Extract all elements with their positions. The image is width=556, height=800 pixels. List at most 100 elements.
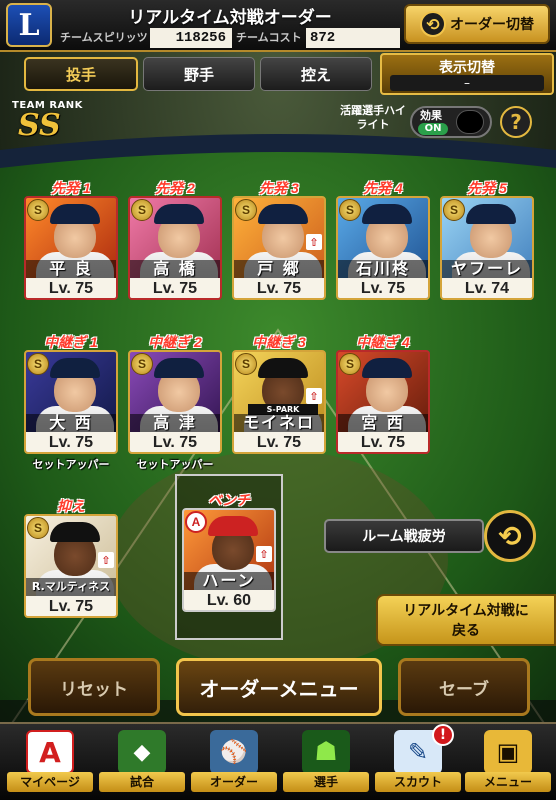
player-level: Lv. 75: [234, 278, 324, 298]
reliever-slot-3[interactable]: 中継ぎ 3 S ⇧ S-PARK モイネロ Lv. 75: [232, 332, 326, 472]
player-cap: [208, 516, 258, 536]
player-card[interactable]: S ⇧ 戸 郷 Lv. 75: [232, 196, 326, 300]
header-bar: L リアルタイム対戦オーダー チームスピリッツ 118256 チームコスト 87…: [0, 0, 556, 52]
tab-fielder[interactable]: 野手: [143, 57, 255, 91]
order-menu-button[interactable]: オーダーメニュー: [176, 658, 382, 716]
display-switch-button[interactable]: 表示切替 –: [380, 53, 554, 95]
team-spirit-label: チームスピリッツ: [60, 31, 148, 44]
player-level: Lv. 75: [26, 278, 116, 298]
notification-badge: !: [432, 724, 454, 746]
rank-badge-icon: S: [131, 353, 153, 375]
player-level: Lv. 75: [338, 432, 428, 452]
starter-slot-3[interactable]: 先発 3 S ⇧ 戸 郷 Lv. 75: [232, 178, 326, 302]
slot-label: 抑え: [57, 498, 85, 514]
player-name: 高 橋: [130, 260, 220, 278]
player-name: ヤフーレ: [442, 260, 532, 278]
room-fatigue-button[interactable]: ルーム戦疲労: [324, 519, 484, 553]
player-cap: [258, 204, 308, 224]
slot-label: 中継ぎ 1: [44, 334, 98, 350]
help-icon: ?: [510, 110, 522, 134]
player-card[interactable]: S ⇧ S-PARK モイネロ Lv. 75: [232, 350, 326, 454]
player-level: Lv. 75: [234, 432, 324, 452]
player-cap: [50, 358, 100, 378]
player-level: Lv. 75: [130, 432, 220, 452]
reset-button[interactable]: リセット: [28, 658, 160, 716]
player-name: R.マルティネス: [26, 578, 116, 596]
player-name: 戸 郷: [234, 260, 324, 278]
nav-players[interactable]: ☗ 選手: [276, 726, 376, 800]
back-button-line1: リアルタイム対戦に: [403, 603, 529, 619]
team-rank: TEAM RANK SS: [12, 100, 102, 141]
player-card[interactable]: A ⇧ ハーン Lv. 60: [182, 508, 276, 612]
stadium-icon: ◆: [118, 730, 166, 774]
player-name: 石川柊: [338, 260, 428, 278]
player-icon: ☗: [302, 730, 350, 774]
starter-slot-5[interactable]: 先発 5 S ヤフーレ Lv. 74: [440, 178, 534, 302]
rank-badge-icon: S: [339, 353, 361, 375]
nav-mypage[interactable]: A マイページ: [0, 726, 100, 800]
player-card[interactable]: S 高 橋 Lv. 75: [128, 196, 222, 300]
player-name: モイネロ: [234, 414, 324, 432]
refresh-icon[interactable]: ⟲: [484, 510, 536, 562]
player-card[interactable]: S 平 良 Lv. 75: [24, 196, 118, 300]
player-card[interactable]: S 大 西 Lv. 75: [24, 350, 118, 454]
nav-menu[interactable]: ▣ メニュー: [458, 726, 556, 800]
slot-label: 中継ぎ 3: [252, 334, 306, 350]
player-name: 大 西: [26, 414, 116, 432]
player-level: Lv. 60: [184, 590, 274, 610]
slot-label: 先発 1: [51, 180, 91, 196]
closer-slot[interactable]: 抑え S ⇧ R.マルティネス Lv. 75: [24, 496, 118, 620]
lineup-icon: ⚾: [210, 730, 258, 774]
nav-label: オーダー: [191, 772, 277, 792]
player-cap: [362, 358, 412, 378]
rank-badge-icon: S: [27, 199, 49, 221]
page-title: リアルタイム対戦オーダー: [128, 8, 332, 28]
reliever-slot-1[interactable]: 中継ぎ 1 S 大 西 Lv. 75 セットアッパー: [24, 332, 118, 472]
bench-slot[interactable]: ベンチ A ⇧ ハーン Lv. 60: [182, 490, 276, 614]
swap-icon: ⟲: [420, 11, 446, 37]
help-button[interactable]: ?: [500, 106, 532, 138]
toggle-knob: [456, 110, 484, 134]
save-button[interactable]: セーブ: [398, 658, 530, 716]
team-cost-label: チームコスト: [236, 31, 302, 44]
player-card[interactable]: S 宮 西 Lv. 75: [336, 350, 430, 454]
tab-reserve[interactable]: 控え: [260, 57, 372, 91]
rank-badge-icon: S: [27, 517, 49, 539]
nav-order[interactable]: ⚾ オーダー: [184, 726, 284, 800]
up-arrow-icon: ⇧: [256, 546, 272, 562]
tab-pitcher[interactable]: 投手: [24, 57, 138, 91]
reliever-slot-2[interactable]: 中継ぎ 2 S 高 津 Lv. 75 セットアッパー: [128, 332, 222, 472]
player-card[interactable]: S 石川柊 Lv. 75: [336, 196, 430, 300]
team-logo: L: [6, 3, 52, 47]
player-name: ハーン: [184, 572, 274, 590]
starter-slot-2[interactable]: 先発 2 S 高 橋 Lv. 75: [128, 178, 222, 302]
slot-label: 先発 3: [259, 180, 299, 196]
player-level: Lv. 74: [442, 278, 532, 298]
nav-label: 試合: [99, 772, 185, 792]
rank-badge-icon: S: [27, 353, 49, 375]
reliever-slot-4[interactable]: 中継ぎ 4 S 宮 西 Lv. 75: [336, 332, 430, 472]
nav-label: メニュー: [465, 772, 551, 792]
slot-label: 先発 2: [155, 180, 195, 196]
slot-label: 先発 5: [467, 180, 507, 196]
back-to-realtime-button[interactable]: リアルタイム対戦に 戻る: [376, 594, 556, 646]
player-name: 平 良: [26, 260, 116, 278]
nav-label: 選手: [283, 772, 369, 792]
nav-scout[interactable]: ✎ スカウト !: [368, 724, 468, 800]
effect-toggle[interactable]: 効果 ON: [410, 106, 492, 138]
highlight-label: 活躍選手ハイライト: [340, 104, 406, 131]
player-card[interactable]: S 高 津 Lv. 75: [128, 350, 222, 454]
mypage-icon: A: [26, 730, 74, 774]
menu-icon: ▣: [484, 730, 532, 774]
nav-label: マイページ: [7, 772, 93, 792]
player-cap: [50, 204, 100, 224]
player-card[interactable]: S ヤフーレ Lv. 74: [440, 196, 534, 300]
player-card[interactable]: S ⇧ R.マルティネス Lv. 75: [24, 514, 118, 618]
starter-slot-1[interactable]: 先発 1 S 平 良 Lv. 75: [24, 178, 118, 302]
player-cap: [50, 522, 100, 542]
up-arrow-icon: ⇧: [306, 234, 322, 250]
player-cap: [154, 358, 204, 378]
starter-slot-4[interactable]: 先発 4 S 石川柊 Lv. 75: [336, 178, 430, 302]
order-switch-button[interactable]: ⟲ オーダー切替: [404, 4, 550, 44]
nav-game[interactable]: ◆ 試合: [92, 726, 192, 800]
